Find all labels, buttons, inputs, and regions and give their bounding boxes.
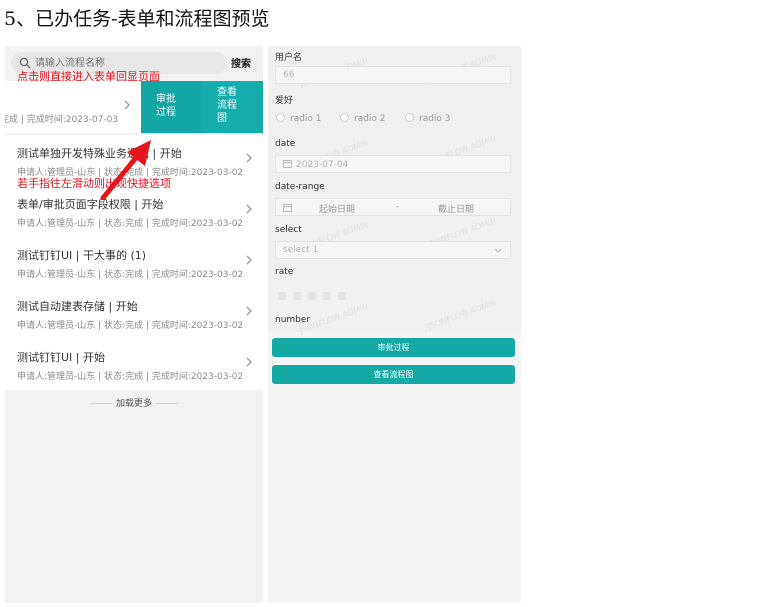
item-title: 测试钉钉UI | 干大事的 (1) xyxy=(17,249,147,262)
load-more-label: 加载更多 xyxy=(115,399,152,409)
item-title: 测试钉钉UI | 开始 xyxy=(17,351,105,364)
item-meta: 申请人:管理员-山东 | 状态:完成 | 完成时间:2023-03-02 xyxy=(17,372,244,382)
select-field[interactable]: select 1 xyxy=(275,241,511,259)
divider xyxy=(156,403,178,404)
rate-stars[interactable] xyxy=(278,292,358,302)
radio-option[interactable]: radio 3 xyxy=(405,113,451,124)
select-value: select 1 xyxy=(283,245,319,255)
search-button[interactable]: 搜索 xyxy=(231,55,251,70)
load-more[interactable]: 加载更多 xyxy=(5,396,263,409)
item-meta: 申请人:管理员-山东 | 状态:完成 | 完成时间:2023-03-02 xyxy=(17,219,244,229)
star-icon xyxy=(278,292,286,300)
item-meta: 申请人:管理员-山东 | 状态:完成 | 完成时间:2023-03-02 xyxy=(17,270,244,280)
list-item[interactable]: 测试钉钉UI | 开始 申请人:管理员-山东 | 状态:完成 | 完成时间:20… xyxy=(5,339,263,390)
calendar-icon xyxy=(283,160,292,168)
radio-label: radio 3 xyxy=(419,114,451,124)
star-icon xyxy=(308,292,316,300)
date-range-field[interactable]: 起始日期 - 截止日期 xyxy=(275,198,511,216)
chevron-right-icon xyxy=(124,100,130,110)
item-meta: 完成 | 完成时间:2023-07-03 xyxy=(5,115,119,125)
star-icon xyxy=(323,292,331,300)
date-label: date xyxy=(275,139,296,149)
approve-process-button[interactable]: 审批过程 xyxy=(272,338,515,357)
chevron-right-icon xyxy=(246,357,252,367)
calendar-icon xyxy=(283,204,292,212)
chevron-right-icon xyxy=(246,306,252,316)
item-meta: 申请人:管理员-山东 | 状态:完成 | 完成时间:2023-03-02 xyxy=(17,321,244,331)
view-flowchart-button[interactable]: 查看流程图 xyxy=(272,365,515,384)
swipe-action-label: 过程 xyxy=(156,107,176,118)
radio-circle xyxy=(340,113,349,122)
swipe-action-label: 审批 xyxy=(156,94,176,105)
form-preview-panel: JSONFLOW ADMIN JSONFLOW ADMIN JSONFLOW A… xyxy=(268,46,521,603)
swipe-action-label: 图 xyxy=(217,113,227,124)
radio-option[interactable]: radio 1 xyxy=(276,113,322,124)
range-end: 截止日期 xyxy=(438,205,475,215)
range-start: 起始日期 xyxy=(319,205,356,215)
watermark: JSONFLOW ADMIN xyxy=(426,297,498,332)
username-label: 用户名 xyxy=(275,53,303,63)
number-label: number xyxy=(275,315,311,325)
radio-label: radio 1 xyxy=(290,114,322,124)
swipe-action-approve-process[interactable]: 审批 过程 xyxy=(141,81,201,133)
date-value: 2023-07-04 xyxy=(296,160,349,170)
radio-option[interactable]: radio 2 xyxy=(340,113,386,124)
swiped-list-item[interactable]: 完成 | 完成时间:2023-07-03 审批 过程 查看 流程 图 xyxy=(5,81,263,133)
divider xyxy=(89,403,112,404)
swipe-action-label: 流程 xyxy=(217,100,237,111)
swipe-action-label: 查看 xyxy=(217,87,237,98)
range-separator: - xyxy=(396,202,400,212)
star-icon xyxy=(338,292,346,300)
annotation-click-hint: 点击则直接进入表单回显页面 xyxy=(17,70,160,83)
date-field[interactable]: 2023-07-04 xyxy=(275,155,511,173)
date-range-label: date-range xyxy=(275,182,325,192)
select-label: select xyxy=(275,225,302,235)
form-area: JSONFLOW ADMIN JSONFLOW ADMIN JSONFLOW A… xyxy=(268,46,521,335)
radio-label: radio 2 xyxy=(354,114,386,124)
swipe-action-view-flowchart[interactable]: 查看 流程 图 xyxy=(201,81,263,133)
star-icon xyxy=(293,292,301,300)
task-list-panel: 搜索 完成 | 完成时间:2023-07-03 审批 过程 查看 流程 图 测试… xyxy=(5,46,263,603)
list-item[interactable]: 测试钉钉UI | 干大事的 (1) 申请人:管理员-山东 | 状态:完成 | 完… xyxy=(5,237,263,288)
rate-label: rate xyxy=(275,267,294,277)
radio-circle xyxy=(276,113,285,122)
item-title: 测试自动建表存储 | 开始 xyxy=(17,300,138,313)
chevron-right-icon xyxy=(246,255,252,265)
list-item[interactable]: 测试自动建表存储 | 开始 申请人:管理员-山东 | 状态:完成 | 完成时间:… xyxy=(5,288,263,339)
username-field[interactable]: 66 xyxy=(275,66,511,84)
radio-circle xyxy=(405,113,414,122)
annotation-arrow xyxy=(100,140,151,200)
doc-title: 5、已办任务-表单和流程图预览 xyxy=(4,8,270,30)
hobby-label: 爱好 xyxy=(275,96,294,106)
chevron-right-icon xyxy=(246,204,252,214)
chevron-down-icon xyxy=(494,248,502,253)
chevron-right-icon xyxy=(246,153,252,163)
